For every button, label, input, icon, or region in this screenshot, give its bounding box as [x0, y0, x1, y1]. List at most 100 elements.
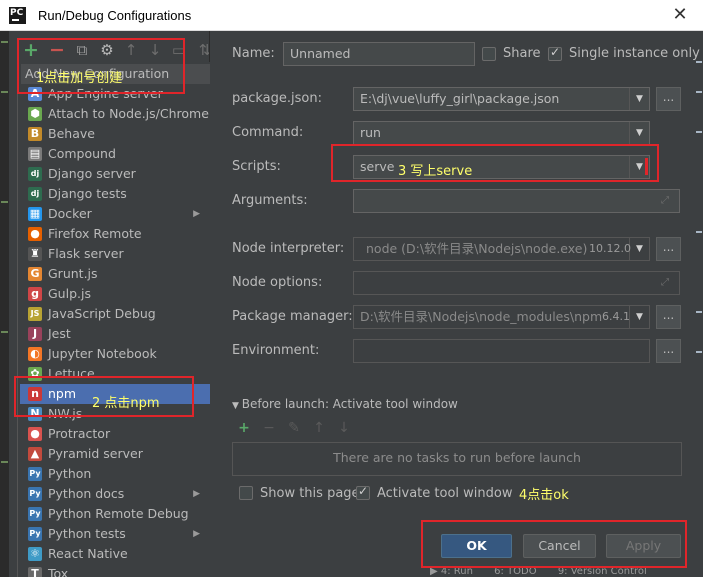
- before-launch-title[interactable]: ▼ Before launch: Activate tool window: [232, 397, 458, 411]
- edit-environment-button[interactable]: ...: [656, 339, 681, 363]
- python-icon: Py: [28, 467, 42, 481]
- menu-item-protractor[interactable]: ● Protractor: [20, 424, 210, 444]
- menu-item-docker[interactable]: ▦ Docker ▶: [20, 204, 210, 224]
- menu-item-firefox-remote[interactable]: ● Firefox Remote: [20, 224, 210, 244]
- package-manager-value: D:\软件目录\Nodejs\node_modules\npm: [360, 309, 603, 324]
- tox-icon: T: [28, 567, 42, 577]
- add-task-icon[interactable]: +: [236, 420, 252, 436]
- menu-item-python-remote-debug[interactable]: Py Python Remote Debug: [20, 504, 210, 524]
- menu-item-python[interactable]: Py Python: [20, 464, 210, 484]
- submenu-arrow-icon: ▶: [193, 209, 200, 219]
- menu-item-javascript-debug[interactable]: JS JavaScript Debug: [20, 304, 210, 324]
- grunt-icon: G: [28, 267, 42, 281]
- environment-field[interactable]: [353, 339, 650, 363]
- show-page-checkbox[interactable]: [239, 486, 253, 500]
- menu-item-react-native[interactable]: ⚛ React Native: [20, 544, 210, 564]
- menu-item-attach-to-node-js-chrome[interactable]: ⬢ Attach to Node.js/Chrome: [20, 104, 210, 124]
- share-checkbox[interactable]: [482, 47, 496, 61]
- menu-item-grunt-js[interactable]: G Grunt.js: [20, 264, 210, 284]
- task-down-icon[interactable]: ↓: [336, 420, 352, 436]
- name-field[interactable]: Unnamed: [283, 42, 475, 66]
- annotation-step4: 4点击ok: [519, 488, 569, 503]
- nodejs-icon: ⬢: [28, 107, 42, 121]
- ide-bottom-bar: ▶ 4: Run 6: TODO 9: Version Control: [390, 567, 703, 577]
- behave-icon: B: [28, 127, 42, 141]
- js-debug-icon: JS: [28, 307, 42, 321]
- edit-task-icon[interactable]: ✎: [286, 420, 302, 436]
- package-json-select[interactable]: E:\dj\vue\luffy_girl\package.json ▼: [353, 87, 650, 111]
- menu-item-jest[interactable]: J Jest: [20, 324, 210, 344]
- annotation-step2: 2 点击npm: [92, 396, 160, 411]
- browse-interpreter-button[interactable]: ...: [656, 237, 681, 261]
- node-options-field[interactable]: ⤢: [353, 271, 680, 295]
- menu-item-label: React Native: [48, 546, 128, 561]
- chevron-down-icon: ▼: [629, 306, 649, 328]
- django-icon: dj: [28, 167, 42, 181]
- annotation-step1: 1点击加号创建: [36, 71, 123, 86]
- title-bar: PC Run/Debug Configurations ✕: [0, 0, 703, 31]
- arguments-field[interactable]: ⤢: [353, 189, 680, 213]
- menu-item-python-docs[interactable]: Py Python docs ▶: [20, 484, 210, 504]
- before-launch-task-list: There are no tasks to run before launch: [232, 442, 682, 476]
- menu-item-pyramid-server[interactable]: ▲ Pyramid server: [20, 444, 210, 464]
- submenu-arrow-icon: ▶: [193, 489, 200, 499]
- single-instance-label: Single instance only: [569, 46, 700, 61]
- menu-item-flask-server[interactable]: ♜ Flask server: [20, 244, 210, 264]
- run-tool-tab[interactable]: ▶ 4: Run: [430, 567, 473, 577]
- browse-package-manager-button[interactable]: ...: [656, 305, 681, 329]
- browse-package-json-button[interactable]: ...: [656, 87, 681, 111]
- npm-version: 6.4.1: [602, 310, 630, 323]
- task-up-icon[interactable]: ↑: [311, 420, 327, 436]
- menu-item-compound[interactable]: ▤ Compound: [20, 144, 210, 164]
- python-docs-icon: Py: [28, 487, 42, 501]
- add-configuration-popup: Add New Configuration A App Engine server…: [17, 62, 210, 577]
- menu-item-label: Protractor: [48, 426, 111, 441]
- react-icon: ⚛: [28, 547, 42, 561]
- menu-item-label: Pyramid server: [48, 446, 143, 461]
- compound-icon: ▤: [28, 147, 42, 161]
- menu-item-label: Attach to Node.js/Chrome: [48, 106, 209, 121]
- menu-item-django-tests[interactable]: dj Django tests: [20, 184, 210, 204]
- menu-item-label: Jest: [48, 326, 71, 341]
- python-tests-icon: Py: [28, 527, 42, 541]
- firefox-icon: ●: [28, 227, 42, 241]
- menu-item-label: Python docs: [48, 486, 125, 501]
- package-json-label: package.json:: [232, 91, 322, 106]
- remove-task-icon[interactable]: −: [261, 420, 277, 436]
- menu-item-label: Flask server: [48, 246, 124, 261]
- single-instance-checkbox[interactable]: [548, 45, 562, 61]
- menu-item-label: Django tests: [48, 186, 127, 201]
- menu-item-tox[interactable]: T Tox: [20, 564, 210, 577]
- todo-tool-tab[interactable]: 6: TODO: [494, 567, 536, 577]
- menu-item-jupyter-notebook[interactable]: ◐ Jupyter Notebook: [20, 344, 210, 364]
- editor-gutter: [0, 31, 9, 577]
- menu-item-label: Python Remote Debug: [48, 506, 189, 521]
- expand-icon[interactable]: ⤢: [661, 277, 673, 289]
- menu-item-label: Python: [48, 466, 92, 481]
- show-page-label: Show this page: [260, 486, 360, 501]
- sort-icon[interactable]: ⇅: [196, 41, 209, 59]
- gulp-icon: g: [28, 287, 42, 301]
- menu-item-label: Django server: [48, 166, 136, 181]
- arguments-label: Arguments:: [232, 193, 308, 208]
- annotation-step3: 3 写上serve: [398, 164, 473, 179]
- close-icon[interactable]: ✕: [668, 3, 692, 27]
- docker-icon: ▦: [28, 207, 42, 221]
- node-interpreter-value: node (D:\软件目录\Nodejs\node.exe): [366, 241, 588, 256]
- activate-tool-window-checkbox[interactable]: [356, 484, 370, 500]
- protractor-icon: ●: [28, 427, 42, 441]
- menu-item-python-tests[interactable]: Py Python tests ▶: [20, 524, 210, 544]
- command-label: Command:: [232, 125, 304, 140]
- python-remote-icon: Py: [28, 507, 42, 521]
- version-control-tool-tab[interactable]: 9: Version Control: [558, 567, 647, 577]
- expand-icon[interactable]: ⤢: [661, 195, 673, 207]
- share-label: Share: [503, 46, 541, 61]
- menu-item-label: Firefox Remote: [48, 226, 142, 241]
- command-select[interactable]: run ▼: [353, 121, 650, 145]
- node-interpreter-label: Node interpreter:: [232, 241, 345, 256]
- chevron-down-icon: ▼: [629, 88, 649, 110]
- menu-item-behave[interactable]: B Behave: [20, 124, 210, 144]
- menu-item-label: Docker: [48, 206, 92, 221]
- menu-item-django-server[interactable]: dj Django server: [20, 164, 210, 184]
- menu-item-gulp-js[interactable]: g Gulp.js: [20, 284, 210, 304]
